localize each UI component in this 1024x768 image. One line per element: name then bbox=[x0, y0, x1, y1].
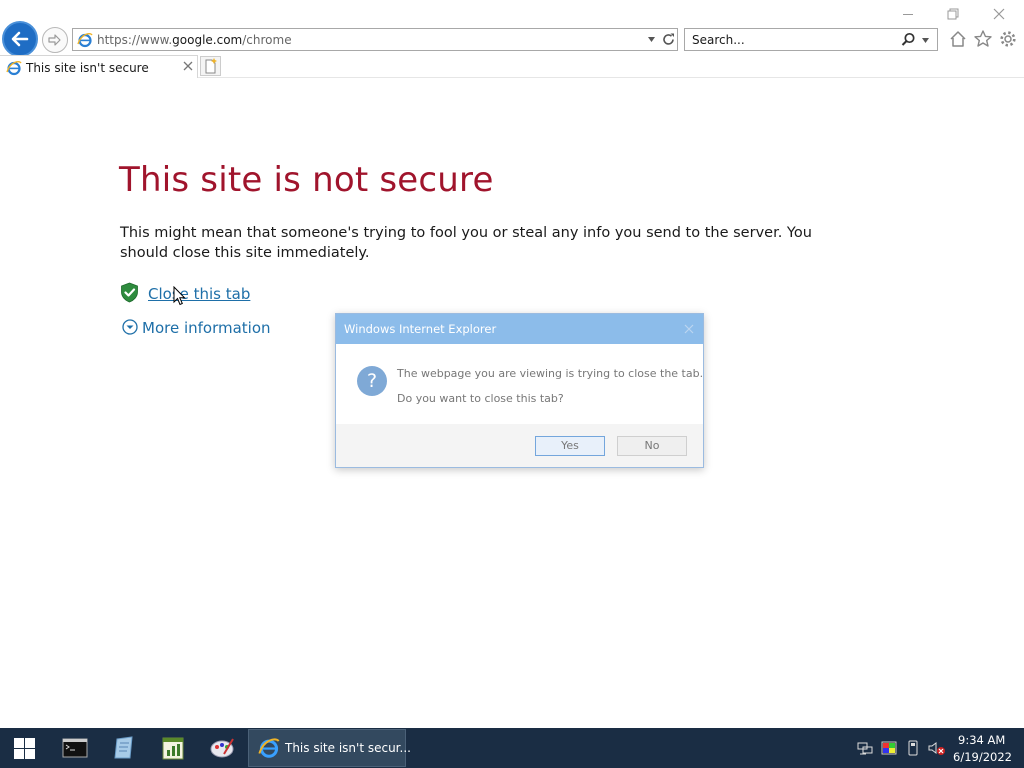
gear-icon[interactable] bbox=[998, 29, 1018, 49]
question-icon: ? bbox=[357, 366, 387, 396]
arrow-right-icon bbox=[48, 34, 61, 46]
yes-button[interactable]: Yes bbox=[535, 436, 605, 456]
chevron-down-circle-icon bbox=[122, 319, 138, 335]
clock-date[interactable]: 6/19/2022 bbox=[953, 750, 1012, 764]
search-placeholder: Search... bbox=[692, 33, 745, 47]
paint-app-icon[interactable] bbox=[208, 734, 236, 762]
command-prompt-icon[interactable] bbox=[61, 734, 89, 762]
mouse-cursor-icon bbox=[173, 286, 186, 306]
dialog-question: Do you want to close this tab? bbox=[397, 392, 564, 405]
tab-title: This site isn't secure bbox=[26, 61, 149, 75]
favorites-star-icon[interactable] bbox=[973, 29, 993, 49]
arrow-left-icon bbox=[11, 31, 29, 47]
taskbar-ie-window[interactable]: This site isn't secur... bbox=[248, 729, 411, 767]
dialog-titlebar[interactable]: Windows Internet Explorer bbox=[336, 314, 703, 344]
tab-strip-divider bbox=[198, 77, 1024, 78]
windows-start-icon[interactable] bbox=[14, 738, 35, 759]
shield-check-icon bbox=[121, 282, 138, 303]
refresh-icon[interactable] bbox=[661, 32, 676, 47]
new-tab-button[interactable] bbox=[200, 56, 221, 76]
restore-icon[interactable] bbox=[945, 6, 961, 22]
page-title: This site is not secure bbox=[119, 160, 494, 200]
taskbar: This site isn't secur... 9:34 AM 6/19/20… bbox=[0, 728, 1024, 768]
browser-tab[interactable]: This site isn't secure bbox=[0, 55, 198, 78]
chevron-down-icon[interactable] bbox=[921, 36, 930, 45]
address-bar[interactable]: https://www.google.com/chrome bbox=[72, 28, 678, 51]
url-host: google.com bbox=[172, 33, 243, 47]
home-icon[interactable] bbox=[948, 29, 968, 49]
display-color-icon[interactable] bbox=[881, 740, 897, 756]
no-button[interactable]: No bbox=[617, 436, 687, 456]
taskbar-window-label: This site isn't secur... bbox=[285, 741, 411, 755]
close-tab-dialog: Windows Internet Explorer ? The webpage … bbox=[335, 313, 704, 468]
explorer-notes-icon[interactable] bbox=[110, 734, 138, 762]
ie-logo-icon bbox=[258, 738, 280, 758]
dialog-message: The webpage you are viewing is trying to… bbox=[397, 367, 704, 380]
close-this-tab-link[interactable]: Close this tab bbox=[148, 285, 250, 303]
close-tab-icon[interactable] bbox=[182, 60, 194, 72]
minimize-icon[interactable] bbox=[900, 6, 916, 22]
speaker-muted-icon[interactable] bbox=[928, 740, 946, 756]
network-icon[interactable] bbox=[857, 740, 873, 756]
back-button[interactable] bbox=[2, 21, 38, 57]
ie-logo-icon bbox=[77, 33, 93, 48]
close-window-icon[interactable] bbox=[991, 6, 1007, 22]
chart-app-icon[interactable] bbox=[159, 734, 187, 762]
new-tab-icon bbox=[205, 58, 217, 74]
address-text: https://www.google.com/chrome bbox=[97, 33, 292, 47]
close-dialog-icon[interactable] bbox=[683, 323, 695, 335]
clock-time[interactable]: 9:34 AM bbox=[958, 733, 1005, 747]
url-path: /chrome bbox=[242, 33, 292, 47]
dialog-footer: Yes No bbox=[336, 424, 703, 467]
forward-button[interactable] bbox=[42, 27, 68, 53]
url-scheme: https://www. bbox=[97, 33, 173, 47]
chevron-down-icon[interactable] bbox=[647, 35, 656, 44]
ie-logo-icon bbox=[6, 61, 22, 76]
search-icon[interactable] bbox=[901, 32, 916, 47]
page-description: This might mean that someone's trying to… bbox=[120, 225, 812, 261]
usb-device-icon[interactable] bbox=[906, 740, 920, 756]
search-box[interactable]: Search... bbox=[684, 28, 938, 51]
more-information-link[interactable]: More information bbox=[142, 319, 271, 337]
dialog-title: Windows Internet Explorer bbox=[344, 322, 497, 336]
